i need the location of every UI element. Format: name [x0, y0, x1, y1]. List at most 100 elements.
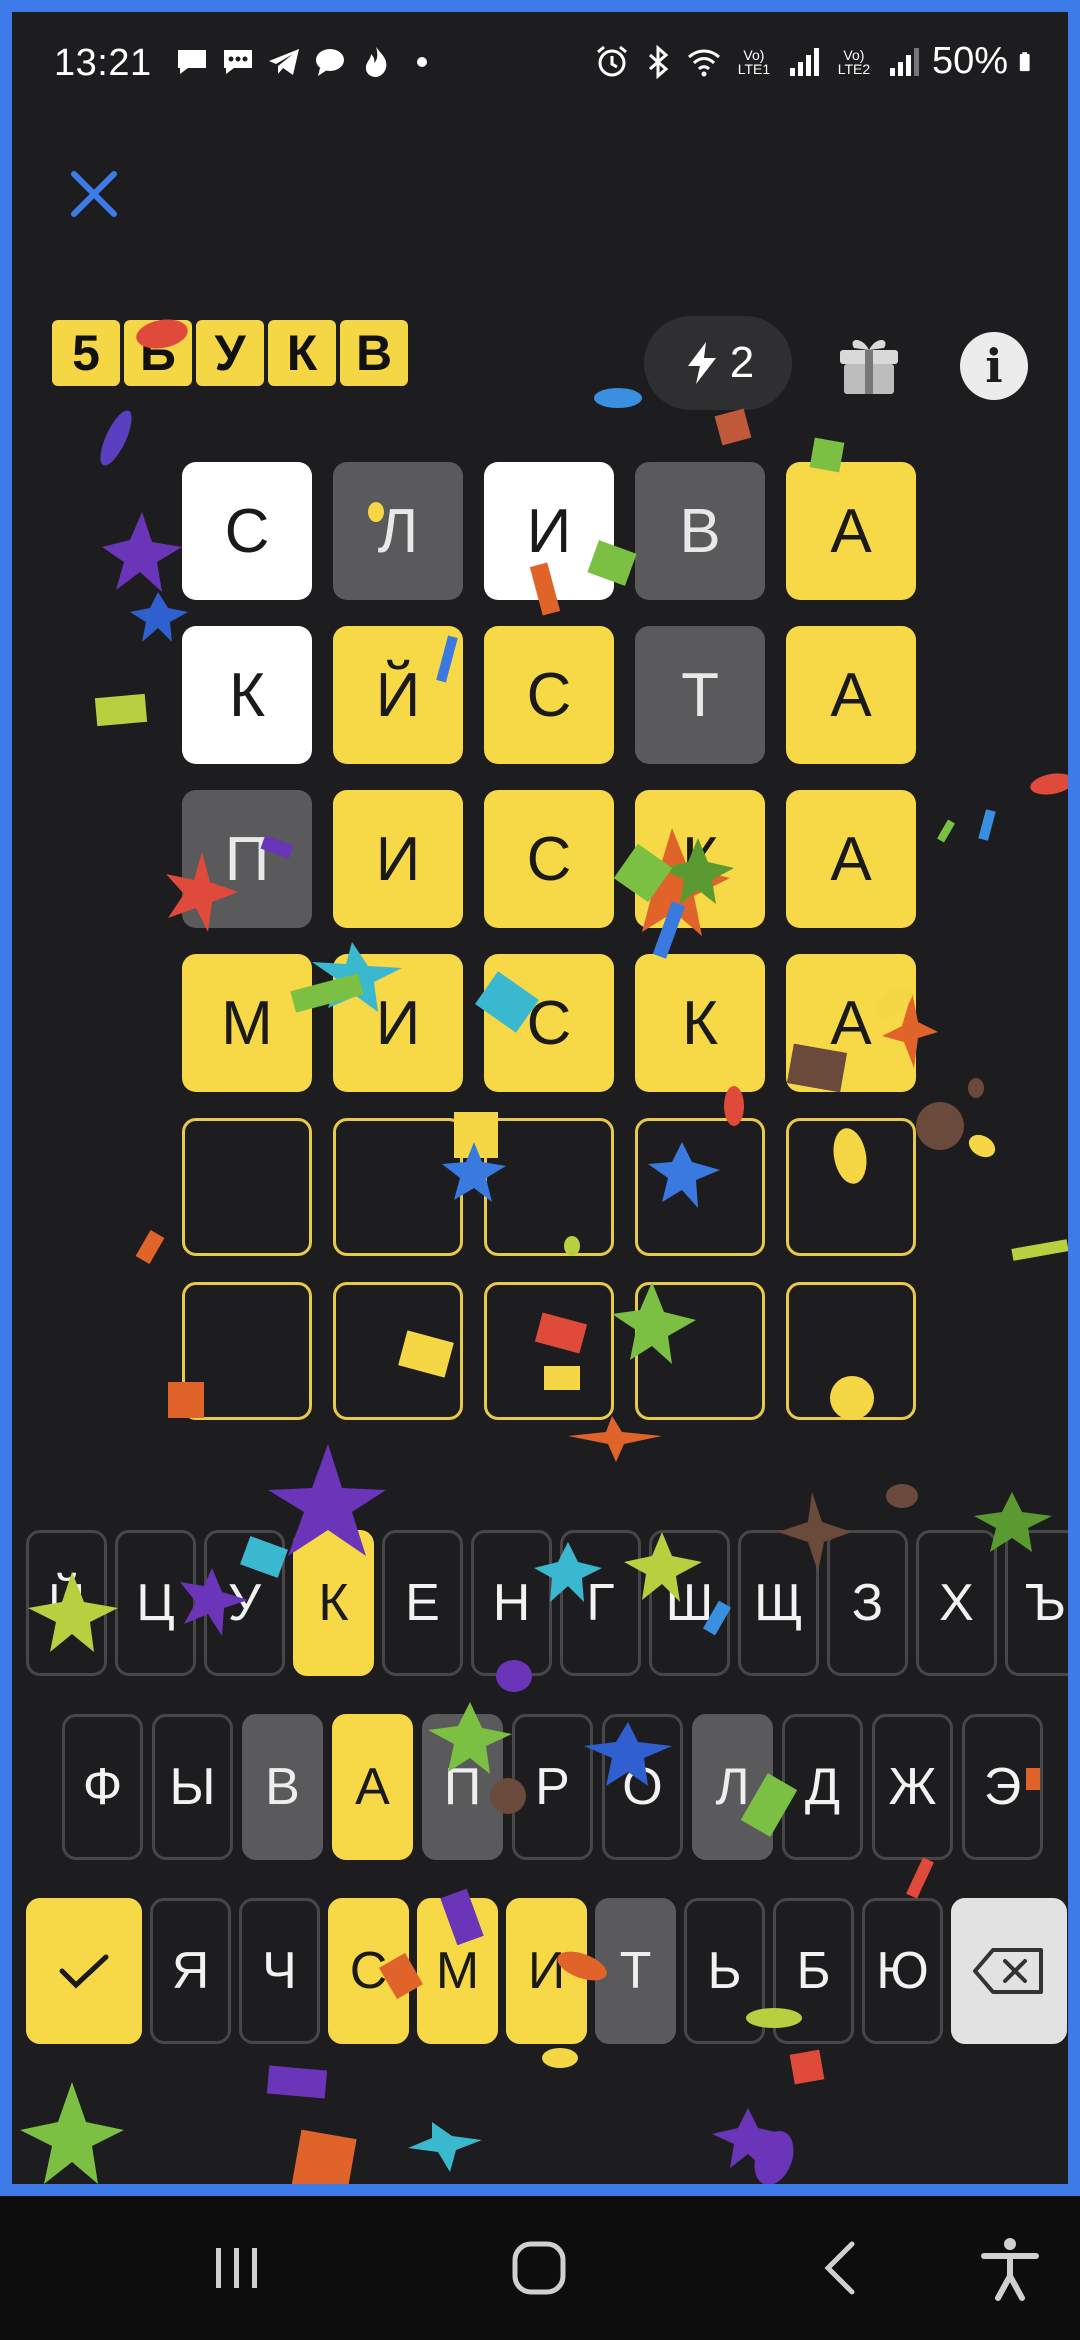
letter-tile: С: [484, 954, 614, 1092]
status-bar: 13:21 Vo) LTE1 Vo) LTE2 50%: [12, 12, 1068, 122]
key-П[interactable]: П: [422, 1714, 503, 1860]
close-icon[interactable]: [62, 162, 126, 226]
key-Т[interactable]: Т: [595, 1898, 676, 2044]
game-logo: 5 Б У К В: [52, 320, 408, 386]
notification-icons: [174, 44, 440, 80]
keyboard-row-1: ЙЦУКЕНГШЩЗХЪ: [26, 1530, 1068, 1676]
sim2-label: Vo) LTE2: [837, 46, 871, 77]
key-Л[interactable]: Л: [692, 1714, 773, 1860]
sim1-label: Vo) LTE1: [737, 46, 771, 77]
signal-icon: [889, 47, 919, 76]
key-О[interactable]: О: [602, 1714, 683, 1860]
backspace-icon: [973, 1948, 1043, 1994]
home-icon[interactable]: [503, 2232, 575, 2304]
empty-letter-tile: [484, 1282, 614, 1420]
lightning-icon: [687, 342, 716, 384]
key-Б[interactable]: Б: [773, 1898, 854, 2044]
keyboard-row-2: ФЫВАПРОЛДЖЭ: [62, 1714, 1043, 1860]
key-Ь[interactable]: Ь: [684, 1898, 765, 2044]
key-У[interactable]: У: [204, 1530, 285, 1676]
game-board: СЛИВАКЙСТАПИСКАМИСКА: [182, 462, 916, 1420]
key-Ж[interactable]: Ж: [872, 1714, 953, 1860]
phone-screen: 13:21 Vo) LTE1 Vo) LTE2 50% 5 Б У К В 2 …: [0, 0, 1080, 2340]
logo-letter: В: [340, 320, 408, 386]
checkmark-icon: [59, 1954, 109, 1989]
bluetooth-icon: [648, 44, 669, 79]
key-Ф[interactable]: Ф: [62, 1714, 143, 1860]
letter-tile: Т: [635, 626, 765, 764]
key-Я[interactable]: Я: [150, 1898, 231, 2044]
logo-letter: У: [196, 320, 264, 386]
energy-button[interactable]: 2: [644, 316, 792, 410]
letter-tile: А: [786, 462, 916, 600]
letter-tile: П: [182, 790, 312, 928]
key-Ш[interactable]: Ш: [649, 1530, 730, 1676]
key-Й[interactable]: Й: [26, 1530, 107, 1676]
letter-tile: И: [333, 954, 463, 1092]
letter-tile: Л: [333, 462, 463, 600]
delete-button[interactable]: [951, 1898, 1067, 2044]
key-К[interactable]: К: [293, 1530, 374, 1676]
flame-icon: [365, 47, 387, 77]
letter-tile: И: [333, 790, 463, 928]
letter-tile: М: [182, 954, 312, 1092]
key-Ю[interactable]: Ю: [862, 1898, 943, 2044]
empty-letter-tile: [786, 1118, 916, 1256]
key-Н[interactable]: Н: [471, 1530, 552, 1676]
recent-apps-icon[interactable]: [200, 2232, 272, 2304]
letter-tile: С: [484, 790, 614, 928]
telegram-icon: [269, 49, 299, 75]
empty-letter-tile: [786, 1282, 916, 1420]
key-Щ[interactable]: Щ: [738, 1530, 819, 1676]
battery-icon: [1019, 51, 1030, 71]
empty-letter-tile: [635, 1118, 765, 1256]
empty-letter-tile: [333, 1282, 463, 1420]
empty-letter-tile: [182, 1282, 312, 1420]
empty-letter-tile: [635, 1282, 765, 1420]
letter-tile: Й: [333, 626, 463, 764]
key-Э[interactable]: Э: [962, 1714, 1043, 1860]
key-С[interactable]: С: [328, 1898, 409, 2044]
chat-bubble-icon: [316, 49, 344, 76]
key-Ц[interactable]: Ц: [115, 1530, 196, 1676]
letter-tile: К: [635, 790, 765, 928]
dot-icon: [417, 57, 427, 67]
key-Д[interactable]: Д: [782, 1714, 863, 1860]
alarm-icon: [596, 45, 627, 76]
letter-tile: А: [786, 954, 916, 1092]
key-В[interactable]: В: [242, 1714, 323, 1860]
logo-letter: Б: [124, 320, 192, 386]
system-icons: Vo) LTE1 Vo) LTE2 50%: [594, 40, 1040, 83]
app-frame: 13:21 Vo) LTE1 Vo) LTE2 50% 5 Б У К В 2 …: [0, 0, 1080, 2196]
wifi-icon: [687, 49, 720, 76]
battery-percent: 50%: [931, 40, 1008, 82]
key-Г[interactable]: Г: [560, 1530, 641, 1676]
key-Ъ[interactable]: Ъ: [1005, 1530, 1068, 1676]
navigation-bar: [0, 2196, 1080, 2340]
logo-letter: 5: [52, 320, 120, 386]
signal-icon: [789, 47, 819, 76]
key-Ы[interactable]: Ы: [152, 1714, 233, 1860]
gift-icon[interactable]: [834, 328, 904, 398]
submit-button[interactable]: [26, 1898, 142, 2044]
back-icon[interactable]: [806, 2232, 878, 2304]
key-З[interactable]: З: [827, 1530, 908, 1676]
key-Е[interactable]: Е: [382, 1530, 463, 1676]
key-А[interactable]: А: [332, 1714, 413, 1860]
letter-tile: К: [635, 954, 765, 1092]
letter-tile: А: [786, 790, 916, 928]
key-М[interactable]: М: [417, 1898, 498, 2044]
key-И[interactable]: И: [506, 1898, 587, 2044]
key-Х[interactable]: Х: [916, 1530, 997, 1676]
empty-letter-tile: [182, 1118, 312, 1256]
accessibility-icon[interactable]: [974, 2232, 1046, 2304]
empty-letter-tile: [484, 1118, 614, 1256]
letter-tile: С: [182, 462, 312, 600]
logo-letter: К: [268, 320, 336, 386]
key-Ч[interactable]: Ч: [239, 1898, 320, 2044]
keyboard-row-3: ЯЧСМИТЬБЮ: [26, 1898, 1067, 2044]
key-Р[interactable]: Р: [512, 1714, 593, 1860]
info-button[interactable]: i: [960, 332, 1028, 400]
letter-tile: С: [484, 626, 614, 764]
letter-tile: А: [786, 626, 916, 764]
